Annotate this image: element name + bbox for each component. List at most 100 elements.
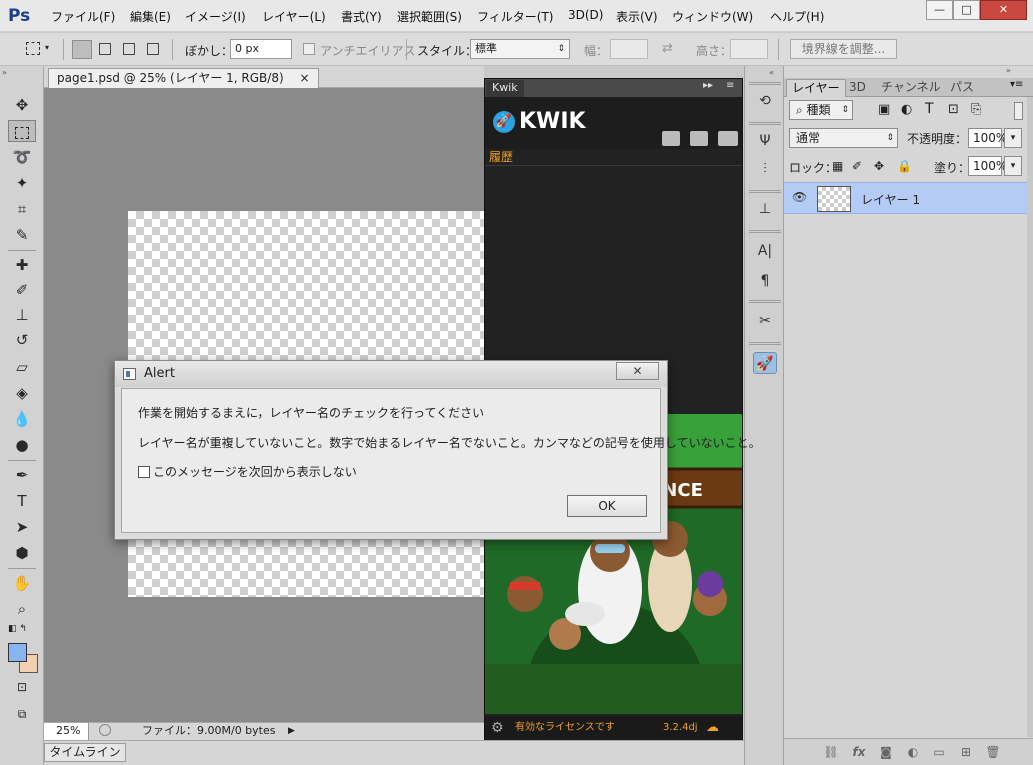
trash-icon[interactable]: 🗑 xyxy=(984,744,1002,760)
lock-position-icon[interactable]: ✥ xyxy=(874,159,884,173)
dont-show-again-label[interactable]: このメッセージを次回から表示しない xyxy=(153,464,357,480)
status-arrow-icon[interactable]: ▶ xyxy=(288,723,295,739)
lock-all-icon[interactable]: 🔒 xyxy=(897,159,912,173)
type-tool-icon[interactable]: T xyxy=(8,490,36,512)
layer-name[interactable]: レイヤー 1 xyxy=(861,191,920,208)
new-selection-icon[interactable] xyxy=(72,40,92,59)
menu-layer[interactable]: レイヤー(L) xyxy=(262,8,326,25)
kwik-tab[interactable]: Kwik xyxy=(486,80,524,97)
subtract-selection-icon[interactable] xyxy=(123,43,135,55)
foreground-color-swatch[interactable] xyxy=(8,643,27,662)
visibility-eye-icon[interactable]: 👁 xyxy=(792,190,807,204)
refine-edge-button[interactable]: 境界線を調整... xyxy=(790,39,897,59)
path-select-tool-icon[interactable]: ➤ xyxy=(8,516,36,538)
add-selection-icon[interactable] xyxy=(99,43,111,55)
history-panel-icon[interactable]: ⟲ xyxy=(753,90,777,112)
lock-pixels-icon[interactable]: ✐ xyxy=(852,159,862,173)
link-layers-icon[interactable]: ⛓ xyxy=(822,744,840,760)
menu-window[interactable]: ウィンドウ(W) xyxy=(672,8,753,25)
menu-help[interactable]: ヘルプ(H) xyxy=(770,8,824,25)
quick-mask-icon[interactable]: ⊡ xyxy=(8,676,36,698)
zoom-level[interactable]: 25% xyxy=(44,723,89,740)
layers-scrollbar[interactable] xyxy=(1027,97,1033,737)
pixel-filter-icon[interactable]: ▣ xyxy=(878,102,890,117)
tool-presets-panel-icon[interactable]: ✂ xyxy=(753,310,777,332)
type-filter-icon[interactable]: T xyxy=(925,101,934,117)
antialias-checkbox[interactable] xyxy=(303,43,315,55)
status-info-icon[interactable] xyxy=(99,724,111,736)
crop-tool-icon[interactable]: ⌗ xyxy=(8,198,36,220)
add-mask-icon[interactable]: ◙ xyxy=(877,744,895,760)
smart-object-filter-icon[interactable]: ⎘ xyxy=(971,102,981,117)
menu-3d[interactable]: 3D(D) xyxy=(568,8,603,22)
blend-mode-select[interactable]: 通常 ⇕ xyxy=(789,128,898,148)
chevron-down-icon[interactable]: ▾ xyxy=(1004,156,1022,176)
layer-row[interactable]: 👁 レイヤー 1 xyxy=(784,182,1027,214)
adjustments-panel-icon[interactable]: ⫶ xyxy=(753,158,777,180)
close-icon[interactable]: × xyxy=(299,71,309,85)
gear-icon[interactable]: ⚙ xyxy=(491,716,504,740)
intersect-selection-icon[interactable] xyxy=(147,43,159,55)
folder-icon[interactable] xyxy=(690,131,708,146)
lasso-tool-icon[interactable]: ➰ xyxy=(8,146,36,168)
panel-menu-icon[interactable]: ▾≡ xyxy=(1010,79,1023,90)
clone-source-panel-icon[interactable]: ⊥ xyxy=(753,198,777,220)
dont-show-again-checkbox[interactable] xyxy=(138,466,150,478)
document-tab[interactable]: page1.psd @ 25% (レイヤー 1, RGB/8) × xyxy=(48,68,319,88)
new-group-icon[interactable]: ▭ xyxy=(930,744,948,760)
minimize-button[interactable]: — xyxy=(926,0,953,20)
menu-edit[interactable]: 編集(E) xyxy=(130,8,171,25)
adjustment-filter-icon[interactable]: ◐ xyxy=(901,102,912,117)
tab-paths[interactable]: パス xyxy=(945,79,979,97)
opacity-input[interactable]: 100% xyxy=(968,128,1007,148)
clone-stamp-tool-icon[interactable]: ⊥ xyxy=(8,304,36,326)
default-colors-icon[interactable]: ◧ ↰ xyxy=(8,624,27,634)
eyedropper-tool-icon[interactable]: ✎ xyxy=(8,224,36,246)
timeline-tab[interactable]: タイムライン xyxy=(44,743,126,762)
chevron-down-icon[interactable]: ▾ xyxy=(1004,128,1022,148)
zoom-tool-icon[interactable]: ⌕ xyxy=(8,598,36,620)
menu-select[interactable]: 選択範囲(S) xyxy=(397,8,462,25)
marquee-tool-icon[interactable] xyxy=(8,120,36,142)
brushes-panel-icon[interactable]: Ψ xyxy=(753,130,777,152)
quick-select-tool-icon[interactable]: ✦ xyxy=(8,172,36,194)
feather-input[interactable]: 0 px xyxy=(230,39,292,59)
eraser-tool-icon[interactable]: ▱ xyxy=(8,356,36,378)
collapse-icon[interactable]: » xyxy=(1006,66,1011,75)
style-select[interactable]: 標準 ⇕ xyxy=(470,39,570,59)
paragraph-panel-icon[interactable]: ¶ xyxy=(753,270,777,292)
healing-brush-tool-icon[interactable]: ✚ xyxy=(8,254,36,276)
new-folder-icon[interactable] xyxy=(662,131,680,146)
shape-tool-icon[interactable]: ⬢ xyxy=(8,542,36,564)
history-brush-tool-icon[interactable]: ↺ xyxy=(8,329,36,351)
brush-tool-icon[interactable]: ✐ xyxy=(8,279,36,301)
swap-icon[interactable]: ⇄ xyxy=(662,41,673,56)
hand-tool-icon[interactable]: ✋ xyxy=(8,572,36,594)
marquee-tool-preset-icon[interactable] xyxy=(26,42,40,55)
kwik-panel-icon[interactable]: 🚀 xyxy=(753,352,777,374)
layer-thumbnail[interactable] xyxy=(817,186,851,212)
shape-filter-icon[interactable]: ⊡ xyxy=(948,102,959,117)
alert-close-button[interactable]: ✕ xyxy=(616,362,659,380)
move-tool-icon[interactable]: ✥ xyxy=(8,94,36,116)
menu-type[interactable]: 書式(Y) xyxy=(341,8,382,25)
history-link[interactable]: 履歴 xyxy=(489,149,513,165)
filter-kind-select[interactable]: ⌕ 種類 ⇕ xyxy=(789,100,853,120)
lock-transparency-icon[interactable]: ▦ xyxy=(832,159,843,173)
chevron-down-icon[interactable]: ▾ xyxy=(45,43,49,52)
close-button[interactable]: ✕ xyxy=(980,0,1027,20)
panel-collapse-icon[interactable]: ▸▸ xyxy=(703,80,713,91)
maximize-button[interactable]: □ xyxy=(953,0,980,20)
fx-icon[interactable]: fx xyxy=(850,744,868,760)
character-panel-icon[interactable]: A| xyxy=(753,240,777,262)
tab-3d[interactable]: 3D xyxy=(844,79,871,97)
panel-menu-icon[interactable]: ≡ xyxy=(726,80,734,91)
dodge-tool-icon[interactable]: ● xyxy=(8,434,36,456)
ok-button[interactable]: OK xyxy=(567,495,647,517)
height-input[interactable] xyxy=(730,39,768,59)
paint-bucket-tool-icon[interactable]: ◈ xyxy=(8,382,36,404)
tab-layers[interactable]: レイヤー xyxy=(786,79,846,97)
new-adjustment-layer-icon[interactable]: ◐ xyxy=(904,744,922,760)
collapse-icon[interactable]: » xyxy=(2,68,7,77)
width-input[interactable] xyxy=(610,39,648,59)
